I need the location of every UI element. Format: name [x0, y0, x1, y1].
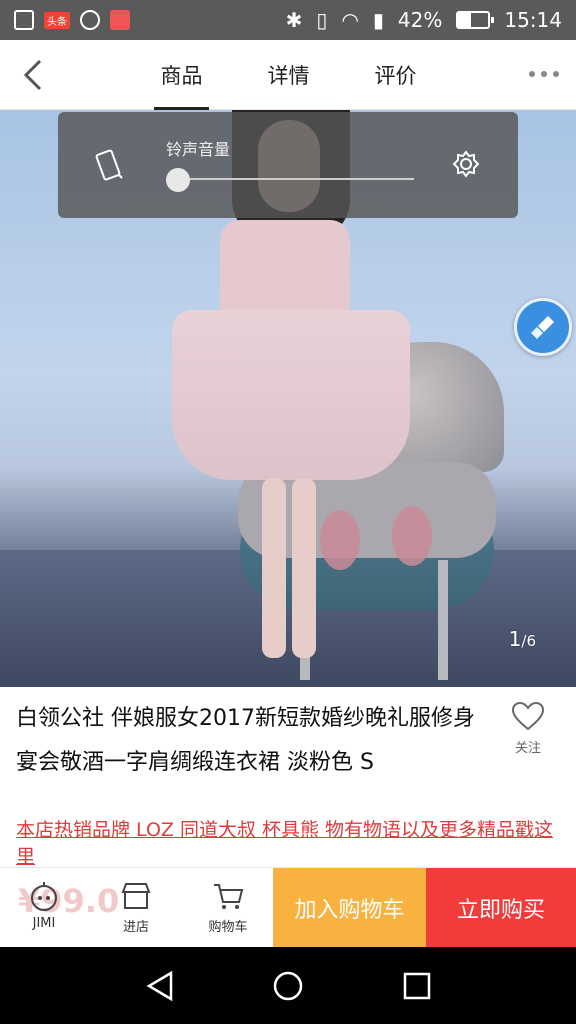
product-info: 白领公社 伴娘服女2017新短款婚纱晚礼服修身宴会敬酒一字肩绸缎连衣裙 淡粉色 … — [0, 687, 576, 868]
sim-icon: ▮ — [372, 8, 384, 32]
status-bar: 头条 ✱ ▯ ◠ ▮ 42% 15:14 — [0, 0, 576, 40]
floating-clean-button[interactable] — [514, 298, 572, 356]
battery-icon — [456, 11, 495, 29]
volume-label: 铃声音量 — [166, 140, 231, 159]
volume-slider-thumb[interactable] — [166, 168, 190, 192]
vibrate-phone-icon[interactable] — [94, 146, 124, 182]
vibrate-icon: ▯ — [316, 8, 328, 32]
broom-icon — [531, 316, 554, 339]
blocked-notification-icon — [80, 10, 100, 30]
back-arrow-icon[interactable] — [20, 58, 50, 92]
cart-label: 购物车 — [208, 920, 248, 935]
shop-icon — [121, 883, 151, 909]
shopping-cart-icon — [214, 884, 244, 909]
back-triangle-icon[interactable] — [143, 969, 177, 1003]
gallery-total: 6 — [526, 632, 536, 650]
more-menu-icon[interactable] — [526, 64, 562, 84]
volume-slider-track[interactable] — [176, 178, 414, 180]
model-dress — [172, 310, 410, 480]
battery-percent: 42% — [397, 8, 443, 32]
promo-link[interactable]: 本店热销品牌 LOZ 同道大叔 杯具熊 物有物语以及更多精品戳这里 — [16, 817, 564, 871]
recents-square-icon[interactable] — [400, 969, 434, 1003]
toutiao-badge: 头条 — [44, 11, 70, 29]
chair-flower — [320, 510, 360, 570]
image-notification-icon — [14, 10, 34, 30]
tab-details[interactable]: 详情 — [235, 40, 342, 110]
shop-button[interactable]: 进店 — [96, 880, 176, 940]
wifi-icon: ◠ — [341, 8, 359, 32]
chair-leg — [438, 560, 448, 680]
gallery-page-indicator: 1/6 — [509, 627, 536, 651]
bottom-action-bar: ¥99.0 JIMI 进店 购物车 加入购物车 立即购买 — [0, 867, 576, 948]
tab-reviews[interactable]: 评价 — [342, 40, 449, 110]
buy-now-button[interactable]: 立即购买 — [426, 868, 576, 948]
jimi-button[interactable]: JIMI — [4, 880, 84, 940]
home-circle-icon[interactable] — [271, 969, 305, 1003]
bluetooth-icon: ✱ — [285, 8, 303, 32]
jimi-label: JIMI — [32, 916, 56, 931]
chair-flower — [392, 506, 432, 566]
model-leg — [262, 478, 286, 658]
follow-button[interactable]: 关注 — [506, 701, 550, 756]
app-notification-icon — [110, 10, 130, 30]
shop-label: 进店 — [122, 920, 149, 935]
top-nav: 商品 详情 评价 — [0, 40, 576, 110]
jimi-robot-icon — [31, 882, 57, 911]
cart-nav-button[interactable]: 购物车 — [188, 880, 268, 940]
settings-gear-icon[interactable] — [452, 150, 480, 178]
tab-goods[interactable]: 商品 — [128, 40, 235, 110]
product-title: 白领公社 伴娘服女2017新短款婚纱晚礼服修身宴会敬酒一字肩绸缎连衣裙 淡粉色 … — [16, 706, 475, 775]
android-nav-bar — [0, 947, 576, 1024]
add-to-cart-button[interactable]: 加入购物车 — [273, 868, 426, 948]
heart-icon — [511, 701, 545, 731]
clock: 15:14 — [504, 8, 562, 32]
tab-bar: 商品 详情 评价 — [128, 40, 449, 110]
model-leg — [292, 478, 316, 658]
volume-overlay: 铃声音量 — [58, 112, 518, 218]
gallery-current: 1 — [508, 627, 522, 651]
follow-label: 关注 — [514, 741, 541, 756]
